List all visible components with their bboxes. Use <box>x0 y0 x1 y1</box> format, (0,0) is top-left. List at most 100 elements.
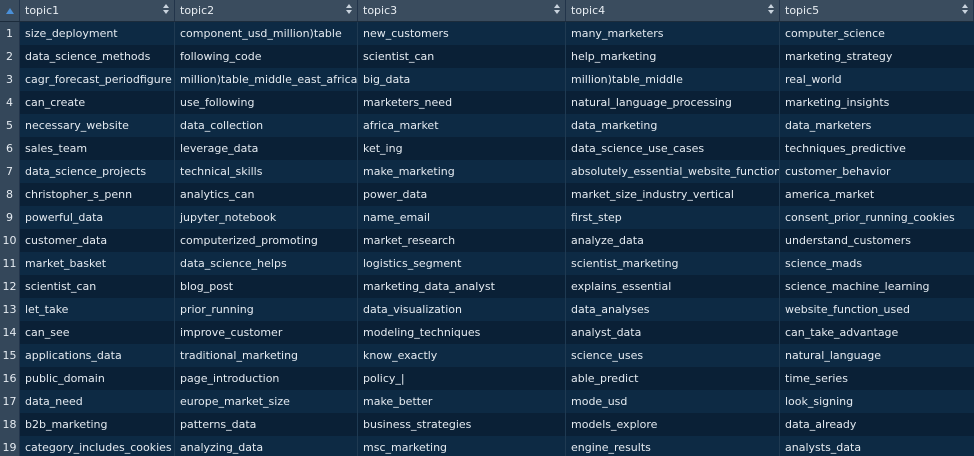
table-cell-topic3[interactable]: msc_marketing <box>358 436 566 456</box>
table-cell-topic5[interactable]: science_mads <box>780 252 974 275</box>
table-cell-topic1[interactable]: cagr_forecast_periodfigure <box>20 68 175 91</box>
table-row[interactable]: 5 necessary_website data_collection africa_… <box>0 114 974 137</box>
table-cell-topic2[interactable]: patterns_data <box>175 413 358 436</box>
table-cell-topic4[interactable]: absolutely_essential_website_function <box>566 160 780 183</box>
table-cell-topic1[interactable]: let_take <box>20 298 175 321</box>
table-cell-topic2[interactable]: data_collection <box>175 114 358 137</box>
table-cell-topic5[interactable]: america_market <box>780 183 974 206</box>
table-cell-topic1[interactable]: can_create <box>20 91 175 114</box>
column-header-topic1[interactable]: topic1 <box>20 0 175 21</box>
table-cell-topic3[interactable]: new_customers <box>358 22 566 45</box>
table-cell-topic3[interactable]: africa_market <box>358 114 566 137</box>
table-cell-topic1[interactable]: b2b_marketing <box>20 413 175 436</box>
table-cell-topic3[interactable]: big_data <box>358 68 566 91</box>
table-cell-topic2[interactable]: following_code <box>175 45 358 68</box>
table-cell-topic4[interactable]: million)table_middle <box>566 68 780 91</box>
table-cell-topic1[interactable]: powerful_data <box>20 206 175 229</box>
sort-toggle-icon[interactable] <box>962 4 968 16</box>
table-cell-topic2[interactable]: prior_running <box>175 298 358 321</box>
table-cell-topic1[interactable]: necessary_website <box>20 114 175 137</box>
table-cell-topic3[interactable]: make_better <box>358 390 566 413</box>
table-cell-topic3[interactable]: policy_| <box>358 367 566 390</box>
table-cell-topic3[interactable]: ket_ing <box>358 137 566 160</box>
table-row[interactable]: 14 can_see improve_customer modeling_techni… <box>0 321 974 344</box>
table-row[interactable]: 19 category_includes_cookies analyzing_dat… <box>0 436 974 456</box>
table-cell-topic2[interactable]: page_introduction <box>175 367 358 390</box>
table-cell-topic2[interactable]: europe_market_size <box>175 390 358 413</box>
table-cell-topic4[interactable]: engine_results <box>566 436 780 456</box>
table-cell-topic1[interactable]: christopher_s_penn <box>20 183 175 206</box>
table-row[interactable]: 9 powerful_data jupyter_notebook name_email… <box>0 206 974 229</box>
table-cell-topic1[interactable]: data_science_methods <box>20 45 175 68</box>
table-cell-topic4[interactable]: many_marketers <box>566 22 780 45</box>
table-cell-topic5[interactable]: techniques_predictive <box>780 137 974 160</box>
table-cell-topic5[interactable]: consent_prior_running_cookies <box>780 206 974 229</box>
sort-toggle-icon[interactable] <box>554 4 560 16</box>
column-header-topic5[interactable]: topic5 <box>780 0 974 21</box>
table-cell-topic1[interactable]: sales_team <box>20 137 175 160</box>
table-cell-topic1[interactable]: can_see <box>20 321 175 344</box>
table-cell-topic3[interactable]: power_data <box>358 183 566 206</box>
column-header-topic3[interactable]: topic3 <box>358 0 566 21</box>
table-cell-topic3[interactable]: business_strategies <box>358 413 566 436</box>
table-cell-topic4[interactable]: explains_essential <box>566 275 780 298</box>
table-row[interactable]: 3 cagr_forecast_periodfigure million)table… <box>0 68 974 91</box>
table-cell-topic1[interactable]: market_basket <box>20 252 175 275</box>
table-row[interactable]: 15 applications_data traditional_marketing… <box>0 344 974 367</box>
table-cell-topic2[interactable]: computerized_promoting <box>175 229 358 252</box>
table-cell-topic3[interactable]: make_marketing <box>358 160 566 183</box>
table-row[interactable]: 18 b2b_marketing patterns_data business_str… <box>0 413 974 436</box>
table-cell-topic4[interactable]: first_step <box>566 206 780 229</box>
table-cell-topic1[interactable]: customer_data <box>20 229 175 252</box>
table-cell-topic1[interactable]: public_domain <box>20 367 175 390</box>
table-cell-topic3[interactable]: name_email <box>358 206 566 229</box>
table-row[interactable]: 4 can_create use_following marketers_need na… <box>0 91 974 114</box>
table-cell-topic5[interactable]: analysts_data <box>780 436 974 456</box>
table-cell-topic1[interactable]: data_need <box>20 390 175 413</box>
table-cell-topic4[interactable]: data_marketing <box>566 114 780 137</box>
table-cell-topic4[interactable]: market_size_industry_vertical <box>566 183 780 206</box>
table-cell-topic5[interactable]: computer_science <box>780 22 974 45</box>
table-cell-topic5[interactable]: understand_customers <box>780 229 974 252</box>
table-cell-topic4[interactable]: data_science_use_cases <box>566 137 780 160</box>
table-cell-topic4[interactable]: analyst_data <box>566 321 780 344</box>
table-cell-topic3[interactable]: scientist_can <box>358 45 566 68</box>
table-cell-topic3[interactable]: data_visualization <box>358 298 566 321</box>
table-row[interactable]: 10 customer_data computerized_promoting mar… <box>0 229 974 252</box>
sort-toggle-icon[interactable] <box>768 4 774 16</box>
column-header-topic2[interactable]: topic2 <box>175 0 358 21</box>
table-cell-topic2[interactable]: jupyter_notebook <box>175 206 358 229</box>
table-cell-topic5[interactable]: data_already <box>780 413 974 436</box>
table-cell-topic1[interactable]: size_deployment <box>20 22 175 45</box>
table-cell-topic5[interactable]: marketing_strategy <box>780 45 974 68</box>
sort-toggle-icon[interactable] <box>346 4 352 16</box>
table-cell-topic3[interactable]: marketers_need <box>358 91 566 114</box>
table-cell-topic5[interactable]: data_marketers <box>780 114 974 137</box>
table-cell-topic2[interactable]: million)table_middle_east_africa <box>175 68 358 91</box>
table-cell-topic4[interactable]: natural_language_processing <box>566 91 780 114</box>
table-cell-topic1[interactable]: category_includes_cookies <box>20 436 175 456</box>
table-cell-topic2[interactable]: component_usd_million)table <box>175 22 358 45</box>
table-row[interactable]: 1 size_deployment component_usd_million)ta… <box>0 22 974 45</box>
table-cell-topic2[interactable]: analyzing_data <box>175 436 358 456</box>
sort-toggle-icon[interactable] <box>163 4 169 16</box>
table-cell-topic2[interactable]: use_following <box>175 91 358 114</box>
table-row[interactable]: 11 market_basket data_science_helps logisti… <box>0 252 974 275</box>
table-cell-topic4[interactable]: able_predict <box>566 367 780 390</box>
table-cell-topic4[interactable]: models_explore <box>566 413 780 436</box>
table-cell-topic5[interactable]: customer_behavior <box>780 160 974 183</box>
table-row[interactable]: 17 data_need europe_market_size make_better… <box>0 390 974 413</box>
table-cell-topic3[interactable]: marketing_data_analyst <box>358 275 566 298</box>
table-cell-topic5[interactable]: natural_language <box>780 344 974 367</box>
table-row[interactable]: 12 scientist_can blog_post marketing_data_a… <box>0 275 974 298</box>
table-row[interactable]: 7 data_science_projects technical_skills ma… <box>0 160 974 183</box>
table-cell-topic4[interactable]: mode_usd <box>566 390 780 413</box>
table-cell-topic2[interactable]: technical_skills <box>175 160 358 183</box>
table-cell-topic3[interactable]: market_research <box>358 229 566 252</box>
table-cell-topic2[interactable]: improve_customer <box>175 321 358 344</box>
table-cell-topic2[interactable]: data_science_helps <box>175 252 358 275</box>
table-row[interactable]: 8 christopher_s_penn analytics_can power_da… <box>0 183 974 206</box>
table-cell-topic1[interactable]: applications_data <box>20 344 175 367</box>
table-cell-topic3[interactable]: logistics_segment <box>358 252 566 275</box>
table-cell-topic5[interactable]: science_machine_learning <box>780 275 974 298</box>
